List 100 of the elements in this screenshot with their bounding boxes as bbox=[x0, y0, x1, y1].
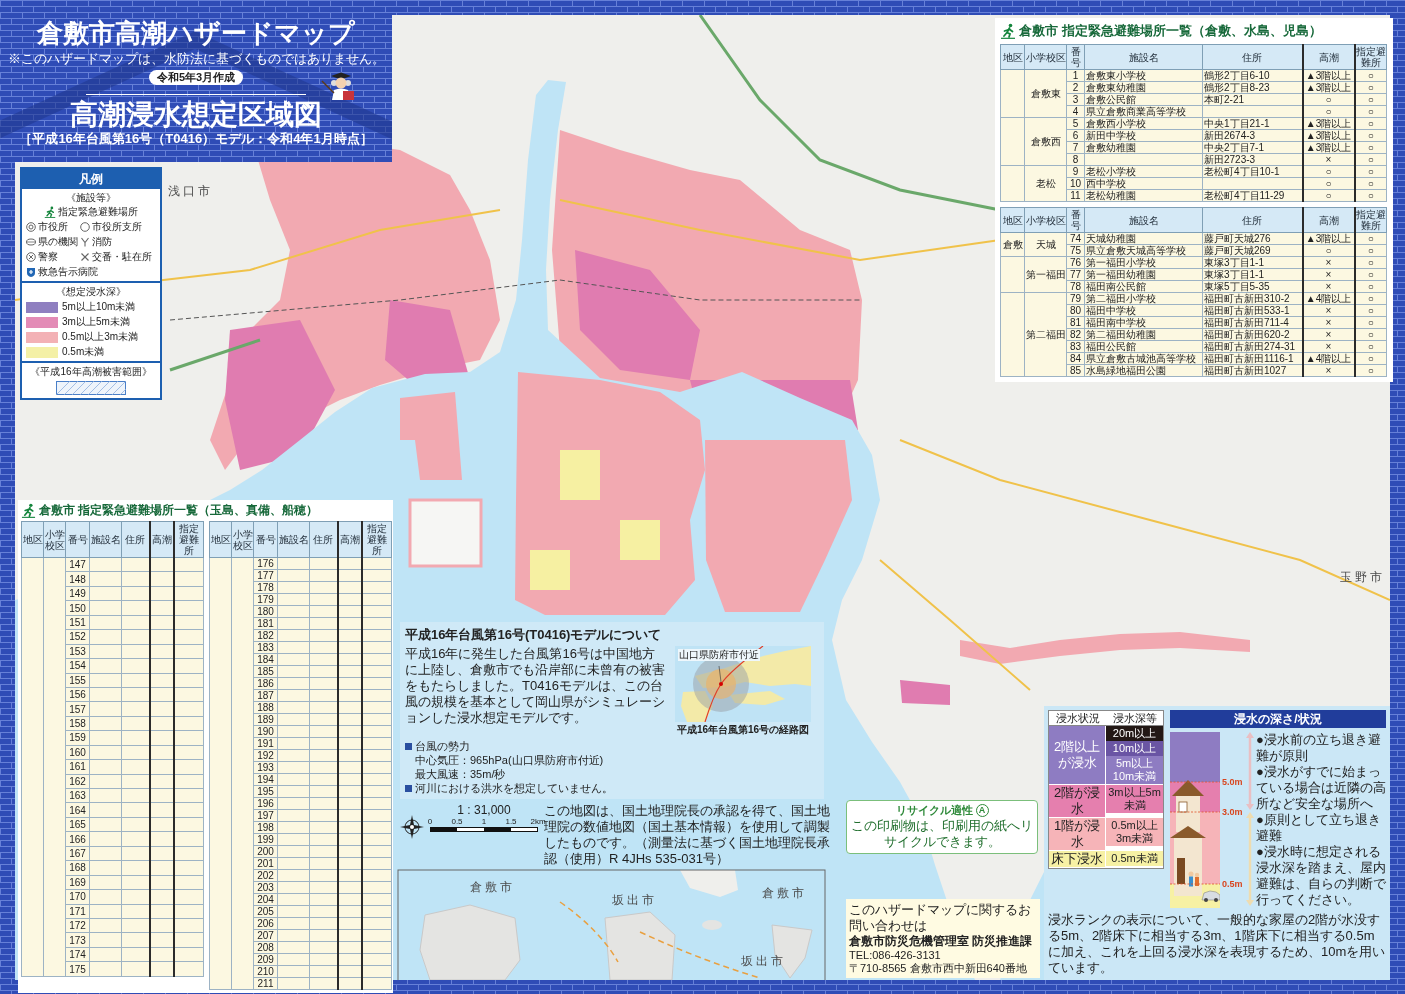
storm-surge-cell: × bbox=[1302, 304, 1355, 317]
row-number-cell: 84 bbox=[1066, 352, 1085, 365]
row-number-cell: 178 bbox=[253, 581, 278, 594]
storm-surge-cell: ▲3階以上 bbox=[1302, 141, 1355, 154]
row-number-cell: 162 bbox=[65, 774, 90, 789]
address-cell: 福田町古新田620-2 bbox=[1202, 328, 1303, 341]
shelter-cell: ○ bbox=[1354, 292, 1387, 305]
facility-name-cell: 第一福田小学校 bbox=[1084, 256, 1203, 269]
crossed-circle-icon bbox=[26, 252, 36, 262]
storm-surge-cell: ○ bbox=[1302, 177, 1355, 190]
address-cell: 中央1丁目21-1 bbox=[1202, 117, 1303, 130]
row-number-cell: 192 bbox=[253, 749, 278, 762]
guide-note: ●浸水がすでに始まっている場合は近隣の高所など安全な場所へ bbox=[1256, 764, 1386, 812]
guide-note: ●浸水時に想定される浸水深を踏まえ、屋内避難は、自らの判断で行ってください。 bbox=[1256, 844, 1386, 908]
row-number-cell: 184 bbox=[253, 653, 278, 666]
hatched-swatch-icon bbox=[56, 381, 126, 395]
row-number-cell: 148 bbox=[65, 571, 90, 587]
address-cell: 福田町古新田310-2 bbox=[1202, 292, 1303, 305]
compass-icon bbox=[400, 815, 424, 839]
address-cell: 鶴形2丁目6-10 bbox=[1202, 69, 1303, 82]
facility-name-cell: 倉敷幼稚園 bbox=[1084, 141, 1203, 154]
row-number-cell: 188 bbox=[253, 701, 278, 714]
area-label: 玉野市 bbox=[1340, 570, 1385, 584]
shelter-cell: ○ bbox=[1354, 244, 1387, 257]
legend-label: 市役所支所 bbox=[92, 221, 142, 233]
island bbox=[604, 911, 676, 980]
storm-surge-cell: ▲4階以上 bbox=[1302, 292, 1355, 305]
column-header: 住所 bbox=[1202, 44, 1303, 70]
runner-icon bbox=[1000, 23, 1016, 39]
scale-tick-label: 1 bbox=[481, 817, 487, 826]
storm-surge-cell: ▲3階以上 bbox=[1302, 232, 1355, 245]
facility-name-cell: 倉敷東幼稚園 bbox=[1084, 81, 1203, 94]
storm-surge-cell: × bbox=[1302, 153, 1355, 166]
address-cell: 藤戸町天城276 bbox=[1202, 232, 1303, 245]
row-number-cell: 79 bbox=[1066, 292, 1085, 305]
flood-zone bbox=[620, 520, 660, 560]
island bbox=[702, 920, 722, 930]
map-title: 倉敷市高潮ハザードマップ bbox=[37, 18, 355, 48]
shelter-cell: ○ bbox=[1354, 69, 1387, 82]
depth-level-cell: 3m以上5m未満 bbox=[1106, 785, 1163, 813]
row-number-cell: 170 bbox=[65, 889, 90, 904]
area-label: 倉敷市 bbox=[762, 886, 807, 900]
row-number-cell: 189 bbox=[253, 713, 278, 726]
facility-name-cell: 福田中学校 bbox=[1084, 304, 1203, 317]
row-number-cell: 168 bbox=[65, 860, 90, 876]
address-cell: 新田2674-3 bbox=[1202, 129, 1303, 142]
column-header: 施設名 bbox=[1084, 207, 1203, 233]
flood-zone bbox=[900, 680, 950, 705]
row-number-cell: 180 bbox=[253, 605, 278, 618]
storm-surge-cell: ○ bbox=[1302, 93, 1355, 106]
district-cell: 倉敷 bbox=[1000, 232, 1025, 257]
row-number-cell: 211 bbox=[253, 977, 278, 990]
storm-surge-cell: × bbox=[1302, 328, 1355, 341]
row-number-cell: 206 bbox=[253, 917, 278, 930]
legend-label: 県の機関 bbox=[38, 236, 78, 248]
office-address: 〒710-8565 倉敷市西中新田640番地 bbox=[849, 962, 1028, 975]
map-caption: 平成16年台風第16号の経路図 bbox=[676, 724, 810, 736]
facility-name-cell: 県立倉敷商業高等学校 bbox=[1084, 105, 1203, 118]
phone-number: TEL:086-426-3131 bbox=[849, 949, 942, 962]
area-map-title: 高潮浸水想定区域図 bbox=[70, 99, 322, 131]
depth-level-cell: 5m以上10m未満 bbox=[1106, 756, 1163, 784]
address-cell: 福田町古新田533-1 bbox=[1202, 304, 1303, 317]
square-bullet-icon bbox=[405, 784, 412, 792]
school-district-cell: 倉敷東 bbox=[1024, 69, 1067, 118]
cross-mark-icon bbox=[80, 252, 90, 262]
storm-surge-cell: × bbox=[1302, 256, 1355, 269]
double-circle-icon bbox=[26, 222, 36, 232]
facility-name-cell: 第一福田幼稚園 bbox=[1084, 268, 1203, 281]
row-number-cell: 4 bbox=[1066, 105, 1085, 118]
row-number-cell: 165 bbox=[65, 817, 90, 832]
storm-surge-cell: ▲3階以上 bbox=[1302, 69, 1355, 82]
row-number-cell: 182 bbox=[253, 629, 278, 642]
double-arrow-icon bbox=[1246, 812, 1254, 906]
storm-surge-cell: ○ bbox=[1302, 189, 1355, 202]
row-number-cell: 77 bbox=[1066, 268, 1085, 281]
area-label: 坂出市 bbox=[612, 893, 657, 907]
row-number-cell: 83 bbox=[1066, 340, 1085, 353]
school-district-cell: 老松 bbox=[1024, 165, 1067, 202]
shelter-cell: ○ bbox=[1354, 129, 1387, 142]
bullet-text: 台風の勢力 bbox=[415, 739, 470, 753]
situation-label: 2階以上が浸水 bbox=[1052, 739, 1102, 771]
table-title: 倉敷市 指定緊急避難場所一覧（倉敷、水島、児島） bbox=[1019, 23, 1322, 39]
shelter-cell: ○ bbox=[1354, 93, 1387, 106]
shelter-cell: ○ bbox=[1354, 352, 1387, 365]
y-mark-icon bbox=[80, 237, 90, 247]
row-number-cell: 147 bbox=[65, 557, 90, 572]
row-number-cell: 185 bbox=[253, 665, 278, 678]
storm-surge-cell: ○ bbox=[1302, 165, 1355, 178]
legend-label: 警察 bbox=[38, 251, 58, 263]
address-cell: 福田町古新田711-4 bbox=[1202, 316, 1303, 329]
storm-surge-cell: ▲3階以上 bbox=[1302, 129, 1355, 142]
row-number-cell: 187 bbox=[253, 689, 278, 702]
area-label: 坂出市 bbox=[741, 954, 786, 968]
row-number-cell: 155 bbox=[65, 673, 90, 688]
row-number-cell: 200 bbox=[253, 845, 278, 858]
detail-text: 最大風速：35m/秒 bbox=[414, 767, 507, 781]
facility-name-cell: 倉敷東小学校 bbox=[1084, 69, 1203, 82]
address-cell: 新田2723-3 bbox=[1202, 153, 1303, 166]
row-number-cell: 154 bbox=[65, 658, 90, 673]
guide-note: ●原則として立ち退き避難 bbox=[1256, 812, 1382, 844]
